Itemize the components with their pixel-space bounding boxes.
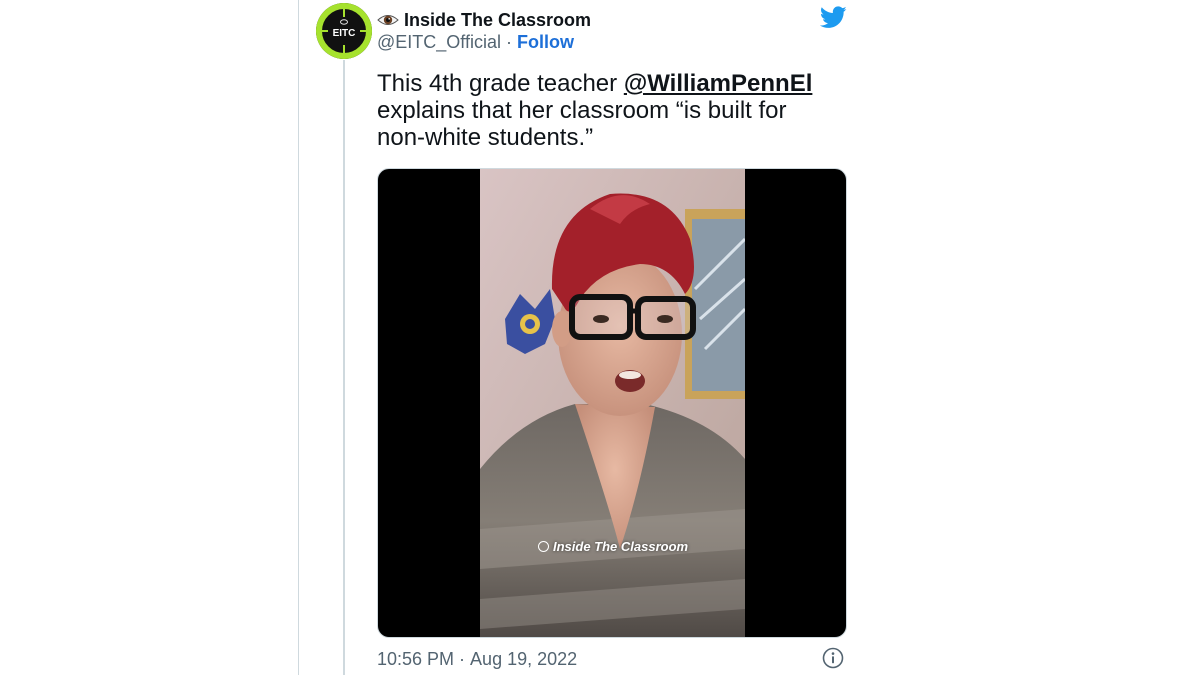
video-frame <box>480 169 745 637</box>
tweet-timestamp[interactable]: 10:56 PM · Aug 19, 2022 <box>377 648 577 670</box>
watermark-text: Inside The Classroom <box>553 539 689 554</box>
avatar-text: EITC <box>333 28 356 39</box>
tweet-text: This 4th grade teacher @WilliamPennEl ex… <box>377 70 827 151</box>
time-separator: · <box>459 648 466 669</box>
tweet-date[interactable]: Aug 19, 2022 <box>470 649 577 670</box>
author-avatar[interactable]: EITC <box>316 3 372 59</box>
handle-separator: · <box>505 31 512 52</box>
author-handle-row: @EITC_Official · Follow <box>377 31 574 53</box>
tweet-text-start: This 4th grade teacher <box>377 70 624 97</box>
avatar-logo: EITC <box>318 5 370 57</box>
info-icon[interactable] <box>822 647 844 669</box>
mention-link[interactable]: @WilliamPennEl <box>624 70 813 97</box>
author-name-row[interactable]: Inside The Classroom <box>377 8 591 32</box>
twitter-bird-icon[interactable] <box>820 6 847 29</box>
watermark-eye-icon <box>538 541 549 552</box>
tweet-embed: EITC Inside The Classroom @EITC_Official… <box>0 0 1200 675</box>
column-border <box>298 0 299 675</box>
tweet-text-end: explains that her classroom “is built fo… <box>377 97 787 151</box>
author-display-name[interactable]: Inside The Classroom <box>404 10 591 31</box>
eye-icon <box>377 15 399 25</box>
tweet-time[interactable]: 10:56 PM <box>377 649 454 670</box>
tweet-video[interactable]: Inside The Classroom <box>377 168 847 638</box>
follow-button[interactable]: Follow <box>517 32 574 53</box>
thread-line <box>343 60 345 675</box>
video-watermark: Inside The Classroom <box>538 539 688 554</box>
author-handle[interactable]: @EITC_Official <box>377 32 501 53</box>
